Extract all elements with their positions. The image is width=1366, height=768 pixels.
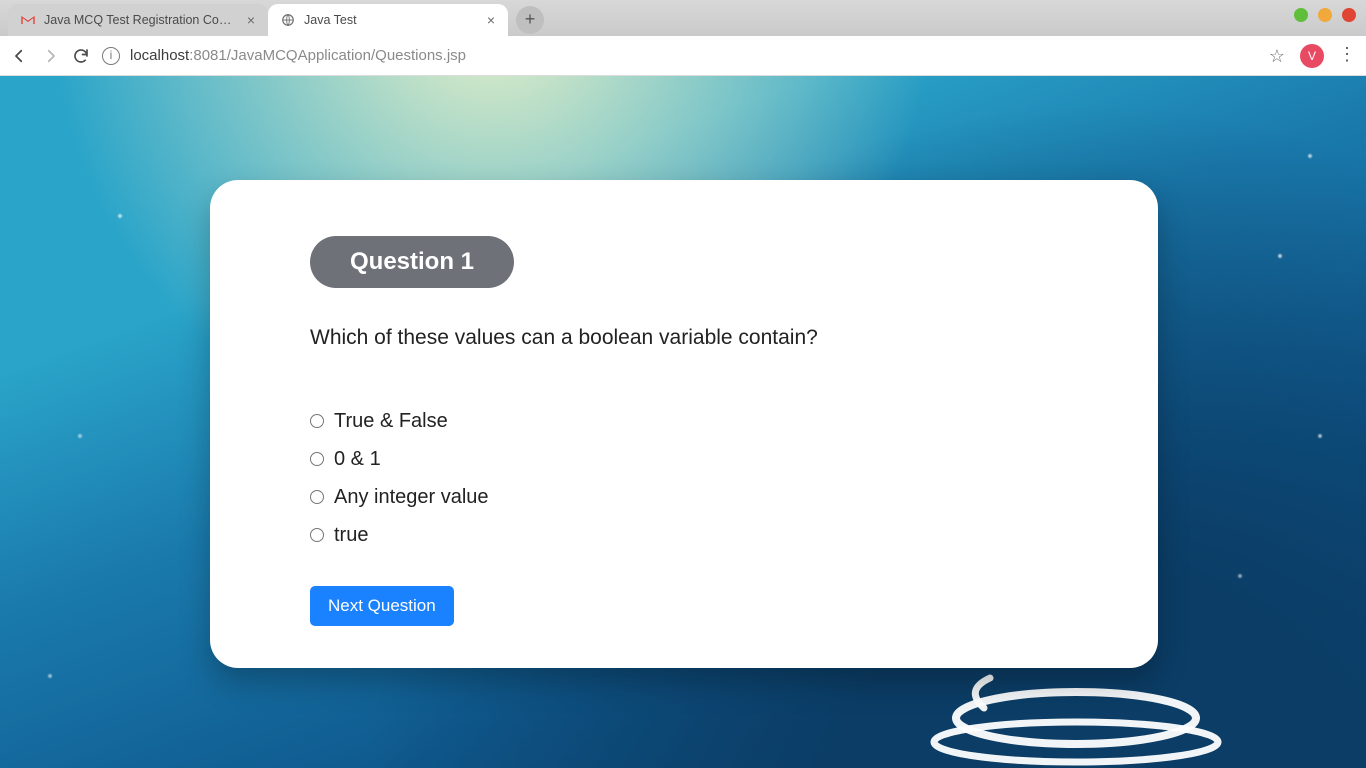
url-port: :8081 xyxy=(189,47,227,64)
option-label: True & False xyxy=(334,406,448,436)
option-radio[interactable] xyxy=(310,414,324,428)
forward-button[interactable] xyxy=(42,47,60,65)
window-close-icon[interactable] xyxy=(1342,8,1356,22)
tab-active[interactable]: Java Test × xyxy=(268,4,508,36)
close-icon[interactable]: × xyxy=(484,13,498,27)
globe-icon xyxy=(280,12,296,28)
close-icon[interactable]: × xyxy=(244,13,258,27)
option-radio[interactable] xyxy=(310,490,324,504)
url-box[interactable]: i localhost:8081/JavaMCQApplication/Ques… xyxy=(102,41,1256,71)
reload-button[interactable] xyxy=(72,47,90,65)
option-3[interactable]: true xyxy=(310,520,1158,550)
page-viewport: Question 1 Which of these values can a b… xyxy=(0,76,1366,768)
gmail-icon xyxy=(20,12,36,28)
window-min-icon[interactable] xyxy=(1294,8,1308,22)
option-label: true xyxy=(334,520,368,550)
url-path: /JavaMCQApplication/Questions.jsp xyxy=(227,47,466,64)
avatar[interactable]: V xyxy=(1300,44,1324,68)
site-info-icon[interactable]: i xyxy=(102,47,120,65)
option-radio[interactable] xyxy=(310,528,324,542)
question-text: Which of these values can a boolean vari… xyxy=(310,326,1158,350)
tab-inactive[interactable]: Java MCQ Test Registration Compl × xyxy=(8,4,268,36)
question-card: Question 1 Which of these values can a b… xyxy=(210,180,1158,668)
next-question-button[interactable]: Next Question xyxy=(310,586,454,626)
tab-bar: Java MCQ Test Registration Compl × Java … xyxy=(0,0,1366,36)
back-button[interactable] xyxy=(10,47,28,65)
option-label: Any integer value xyxy=(334,482,489,512)
url-host: localhost xyxy=(130,47,189,64)
options-group: True & False 0 & 1 Any integer value tru… xyxy=(310,406,1158,550)
address-bar: i localhost:8081/JavaMCQApplication/Ques… xyxy=(0,36,1366,76)
tab-title: Java Test xyxy=(304,13,476,27)
option-0[interactable]: True & False xyxy=(310,406,1158,436)
kebab-menu-icon[interactable]: ⋮ xyxy=(1338,47,1356,65)
tab-title: Java MCQ Test Registration Compl xyxy=(44,13,236,27)
bookmark-icon[interactable]: ☆ xyxy=(1268,47,1286,65)
option-2[interactable]: Any integer value xyxy=(310,482,1158,512)
window-max-icon[interactable] xyxy=(1318,8,1332,22)
new-tab-button[interactable]: + xyxy=(516,6,544,34)
question-pill: Question 1 xyxy=(310,236,514,288)
option-label: 0 & 1 xyxy=(334,444,381,474)
option-radio[interactable] xyxy=(310,452,324,466)
window-controls xyxy=(1294,8,1356,22)
option-1[interactable]: 0 & 1 xyxy=(310,444,1158,474)
